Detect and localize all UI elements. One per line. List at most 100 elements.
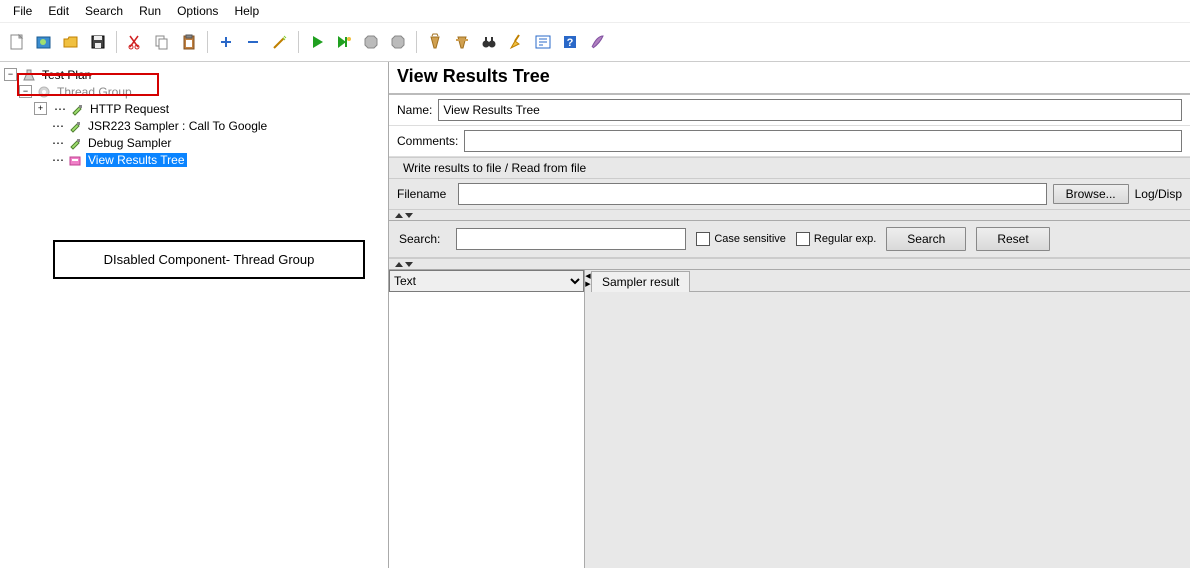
log-display-label: Log/Disp — [1135, 187, 1182, 201]
comments-label: Comments: — [397, 134, 464, 148]
start-icon[interactable] — [305, 30, 329, 54]
checkbox-label: Regular exp. — [814, 233, 876, 245]
copy-icon[interactable] — [150, 30, 174, 54]
toolbar-sep — [116, 31, 117, 53]
result-body — [591, 292, 1190, 568]
menu-file[interactable]: File — [5, 2, 40, 20]
tree-node-test-plan[interactable]: − Test Plan — [4, 66, 388, 83]
results-detail-column: Sampler result — [591, 270, 1190, 568]
flask-icon — [21, 67, 37, 83]
tree-connector: ⋯ — [49, 153, 67, 167]
broom-icon[interactable] — [504, 30, 528, 54]
menu-edit[interactable]: Edit — [40, 2, 77, 20]
tree-node-view-results-tree[interactable]: ⋯ View Results Tree — [4, 151, 388, 168]
tree-blank — [34, 154, 45, 165]
checkbox-icon — [796, 232, 810, 246]
pipette-icon — [67, 118, 83, 134]
file-section-header: Write results to file / Read from file — [389, 157, 1190, 179]
browse-button[interactable]: Browse... — [1053, 184, 1129, 204]
triangle-down-icon — [405, 262, 413, 267]
cut-icon[interactable] — [123, 30, 147, 54]
toolbar: ? — [0, 23, 1190, 62]
annotation-text: DIsabled Component- Thread Group — [104, 252, 315, 267]
tree-node-jsr223-sampler[interactable]: ⋯ JSR223 Sampler : Call To Google — [4, 117, 388, 134]
section-collapse-bar-2[interactable] — [389, 258, 1190, 270]
main-split: − Test Plan − Thread Group + ⋯ HTTP Requ… — [0, 62, 1190, 568]
tab-sampler-result[interactable]: Sampler result — [591, 271, 690, 292]
wand-icon[interactable] — [268, 30, 292, 54]
name-row: Name: — [389, 95, 1190, 126]
comments-input[interactable] — [464, 130, 1182, 152]
feather-icon[interactable] — [585, 30, 609, 54]
pager-icon — [67, 152, 83, 168]
tree-blank — [34, 120, 45, 131]
paste-icon[interactable] — [177, 30, 201, 54]
comments-row: Comments: — [389, 126, 1190, 157]
menu-search[interactable]: Search — [77, 2, 131, 20]
reset-button[interactable]: Reset — [976, 227, 1049, 251]
filename-input[interactable] — [458, 183, 1046, 205]
binoculars-icon[interactable] — [477, 30, 501, 54]
case-sensitive-checkbox[interactable]: Case sensitive — [696, 232, 786, 246]
checkbox-icon — [696, 232, 710, 246]
tree-connector: ⋯ — [49, 119, 67, 133]
filename-row: Filename Browse... Log/Disp — [389, 179, 1190, 209]
section-collapse-bar[interactable] — [389, 209, 1190, 221]
name-input[interactable] — [438, 99, 1182, 121]
stop-icon[interactable] — [359, 30, 383, 54]
help-icon[interactable]: ? — [558, 30, 582, 54]
tree-node-http-request[interactable]: + ⋯ HTTP Request — [4, 100, 388, 117]
tree-node-debug-sampler[interactable]: ⋯ Debug Sampler — [4, 134, 388, 151]
menu-help[interactable]: Help — [226, 2, 267, 20]
view-selector[interactable]: Text — [389, 270, 584, 292]
tree-connector: ⋯ — [49, 136, 67, 150]
toolbar-sep — [298, 31, 299, 53]
app-window: File Edit Search Run Options Help ? — [0, 0, 1190, 568]
collapse-icon[interactable]: − — [19, 85, 32, 98]
search-row: Search: Case sensitive Regular exp. Sear… — [389, 221, 1190, 258]
tree-label: JSR223 Sampler : Call To Google — [86, 119, 269, 133]
search-label: Search: — [399, 232, 446, 246]
tree-label: HTTP Request — [88, 102, 171, 116]
templates-icon[interactable] — [32, 30, 56, 54]
menu-bar: File Edit Search Run Options Help — [0, 0, 1190, 23]
pipette-icon — [69, 101, 85, 117]
filename-label: Filename — [397, 187, 452, 201]
results-split: Text ◀▶ Sampler result — [389, 270, 1190, 568]
menu-run[interactable]: Run — [131, 2, 169, 20]
regular-exp-checkbox[interactable]: Regular exp. — [796, 232, 876, 246]
start-no-pause-icon[interactable] — [332, 30, 356, 54]
collapse-icon[interactable]: − — [4, 68, 17, 81]
toolbar-sep — [416, 31, 417, 53]
triangle-up-icon — [395, 262, 403, 267]
search-input[interactable] — [456, 228, 686, 250]
tree-label: Thread Group — [55, 85, 134, 99]
tree-blank — [34, 137, 45, 148]
plus-icon[interactable] — [214, 30, 238, 54]
tree-connector: ⋯ — [51, 102, 69, 116]
shutdown-icon[interactable] — [386, 30, 410, 54]
triangle-down-icon — [405, 213, 413, 218]
tree-label: View Results Tree — [86, 153, 187, 167]
details-pane: View Results Tree Name: Comments: Write … — [389, 62, 1190, 568]
clear-all-icon[interactable] — [450, 30, 474, 54]
triangle-up-icon — [395, 213, 403, 218]
expand-icon[interactable]: + — [34, 102, 47, 115]
minus-icon[interactable] — [241, 30, 265, 54]
results-tree-body[interactable] — [389, 292, 584, 568]
gear-icon — [36, 84, 52, 100]
clear-icon[interactable] — [423, 30, 447, 54]
menu-options[interactable]: Options — [169, 2, 226, 20]
name-label: Name: — [397, 103, 438, 117]
tree-label: Test Plan — [40, 68, 93, 82]
test-plan-tree: − Test Plan − Thread Group + ⋯ HTTP Requ… — [0, 62, 388, 168]
new-file-icon[interactable] — [5, 30, 29, 54]
checkbox-label: Case sensitive — [714, 233, 786, 245]
result-tabs: Sampler result — [591, 270, 1190, 292]
save-icon[interactable] — [86, 30, 110, 54]
function-helper-icon[interactable] — [531, 30, 555, 54]
annotation-callout: DIsabled Component- Thread Group — [53, 240, 365, 279]
search-button[interactable]: Search — [886, 227, 966, 251]
open-icon[interactable] — [59, 30, 83, 54]
tree-node-thread-group[interactable]: − Thread Group — [4, 83, 388, 100]
